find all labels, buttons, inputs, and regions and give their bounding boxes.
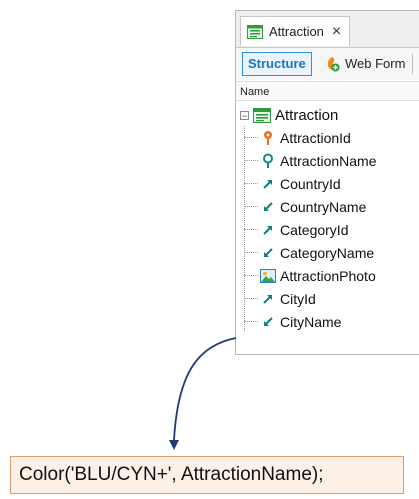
callout-arrow [169,337,237,450]
code-snippet: Color('BLU/CYN+', AttractionName); [10,456,404,494]
